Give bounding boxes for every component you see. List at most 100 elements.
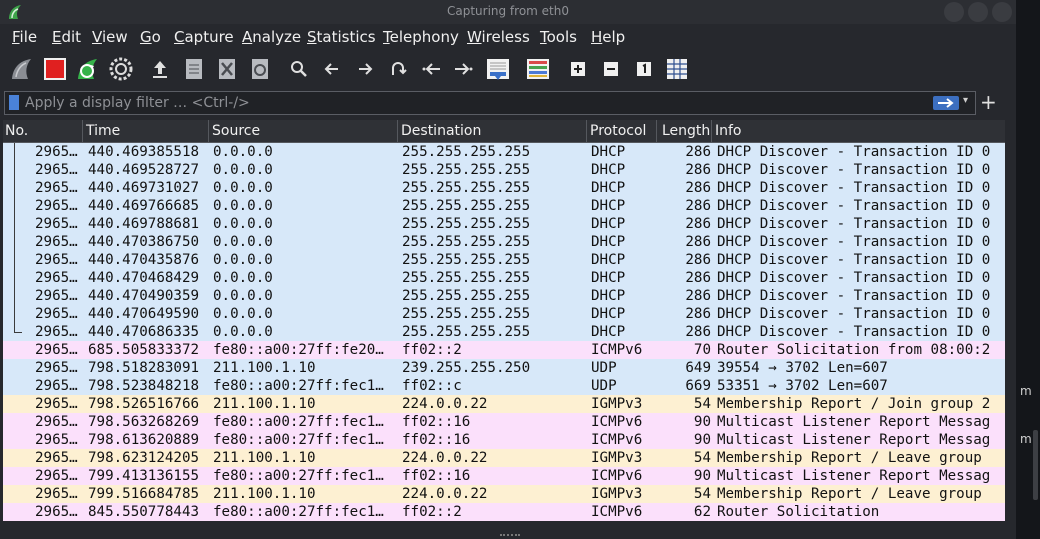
packet-source: 211.100.1.10 bbox=[213, 486, 316, 502]
packet-row[interactable]: 2965… 440.470686335 0.0.0.0 255.255.255.255… bbox=[3, 323, 1005, 341]
menu-statistics[interactable]: Statistics bbox=[307, 28, 376, 46]
packet-row[interactable]: 2965… 440.470386750 0.0.0.0 255.255.255.255… bbox=[3, 233, 1005, 251]
zoom-out-icon[interactable] bbox=[597, 55, 625, 83]
menu-edit[interactable]: Edit bbox=[52, 28, 81, 46]
packet-source: fe80::a00:27ff:fec1… bbox=[213, 378, 384, 394]
packet-length: 90 bbox=[693, 468, 711, 484]
reload-file-icon[interactable] bbox=[246, 55, 274, 83]
packet-destination: ff02::2 bbox=[402, 342, 462, 358]
menu-go[interactable]: Go bbox=[140, 28, 161, 46]
packet-row[interactable]: 2965… 799.516684785 211.100.1.10 224.0.0.22… bbox=[3, 485, 1005, 503]
packet-no: 2965… bbox=[35, 216, 78, 232]
menu-tools[interactable]: Tools bbox=[540, 28, 577, 46]
packet-source: 211.100.1.10 bbox=[213, 360, 316, 376]
splitter-handle[interactable] bbox=[500, 534, 520, 538]
add-filter-button[interactable]: + bbox=[980, 92, 997, 112]
packet-row[interactable]: 2965… 440.470468429 0.0.0.0 255.255.255.255… bbox=[3, 269, 1005, 287]
packet-protocol: DHCP bbox=[591, 180, 626, 196]
packet-destination: 255.255.255.255 bbox=[402, 198, 531, 214]
packet-no: 2965… bbox=[35, 144, 78, 160]
auto-scroll-icon[interactable] bbox=[484, 55, 512, 83]
display-filter-input[interactable] bbox=[25, 92, 925, 114]
packet-no: 2965… bbox=[35, 180, 78, 196]
maximize-button[interactable] bbox=[968, 2, 988, 22]
go-forward-icon[interactable] bbox=[351, 55, 379, 83]
packet-row[interactable]: 2965… 440.470649590 0.0.0.0 255.255.255.255… bbox=[3, 305, 1005, 323]
column-header-time[interactable]: Time bbox=[86, 123, 120, 139]
packet-protocol: IGMPv3 bbox=[591, 486, 643, 502]
packet-row[interactable]: 2965… 440.469788681 0.0.0.0 255.255.255.255… bbox=[3, 215, 1005, 233]
packet-no: 2965… bbox=[35, 162, 78, 178]
capture-options-icon[interactable] bbox=[107, 55, 135, 83]
filter-dropdown-icon[interactable]: ▾ bbox=[963, 95, 968, 106]
packet-destination: 224.0.0.22 bbox=[402, 486, 488, 502]
packet-time: 799.516684785 bbox=[88, 486, 200, 502]
packet-time: 440.469766685 bbox=[88, 198, 200, 214]
packet-row[interactable]: 2965… 798.518283091 211.100.1.10 239.255.25… bbox=[3, 359, 1005, 377]
filter-bookmark-icon[interactable] bbox=[9, 95, 19, 110]
find-packet-icon[interactable] bbox=[285, 55, 313, 83]
zoom-in-icon[interactable] bbox=[564, 55, 592, 83]
packet-length: 286 bbox=[685, 306, 711, 322]
packet-time: 440.469788681 bbox=[88, 216, 200, 232]
colorize-icon[interactable] bbox=[524, 55, 552, 83]
packet-row[interactable]: 2965… 798.526516766 211.100.1.10 224.0.0.22… bbox=[3, 395, 1005, 413]
open-file-icon[interactable] bbox=[146, 55, 174, 83]
packet-row[interactable]: 2965… 440.470435876 0.0.0.0 255.255.255.255… bbox=[3, 251, 1005, 269]
resize-columns-icon[interactable] bbox=[663, 55, 691, 83]
title-bar: Capturing from eth0 bbox=[0, 0, 1016, 24]
column-header-protocol[interactable]: Protocol bbox=[590, 123, 646, 139]
menu-help[interactable]: Help bbox=[591, 28, 625, 46]
side-scrollbar[interactable] bbox=[1033, 430, 1038, 500]
packet-destination: 224.0.0.22 bbox=[402, 396, 488, 412]
packet-row[interactable]: 2965… 440.469766685 0.0.0.0 255.255.255.255… bbox=[3, 197, 1005, 215]
column-header-length[interactable]: Length bbox=[662, 123, 710, 139]
packet-row[interactable]: 2965… 799.413136155 fe80::a00:27ff:fec1… ff… bbox=[3, 467, 1005, 485]
packet-time: 440.469731027 bbox=[88, 180, 200, 196]
packet-length: 286 bbox=[685, 198, 711, 214]
packet-protocol: DHCP bbox=[591, 144, 626, 160]
menu-capture[interactable]: Capture bbox=[174, 28, 234, 46]
packet-row[interactable]: 2965… 798.563268269 fe80::a00:27ff:fec1… ff… bbox=[3, 413, 1005, 431]
packet-row[interactable]: 2965… 440.470490359 0.0.0.0 255.255.255.255… bbox=[3, 287, 1005, 305]
packet-protocol: DHCP bbox=[591, 162, 626, 178]
packet-time: 798.613620889 bbox=[88, 432, 200, 448]
packet-row[interactable]: 2965… 685.505833372 fe80::a00:27ff:fe20… ff… bbox=[3, 341, 1005, 359]
conversation-tree-line bbox=[14, 233, 15, 251]
normal-size-icon[interactable] bbox=[630, 55, 658, 83]
shark-fin-start-icon[interactable] bbox=[8, 55, 36, 83]
close-file-icon[interactable] bbox=[213, 55, 241, 83]
packet-source: 211.100.1.10 bbox=[213, 396, 316, 412]
packet-length: 286 bbox=[685, 234, 711, 250]
packet-row[interactable]: 2965… 798.613620889 fe80::a00:27ff:fec1… ff… bbox=[3, 431, 1005, 449]
go-to-packet-icon[interactable] bbox=[384, 55, 412, 83]
column-header-info[interactable]: Info bbox=[715, 123, 742, 139]
menu-telephony[interactable]: Telephony bbox=[383, 28, 459, 46]
packet-row[interactable]: 2965… 440.469385518 0.0.0.0 255.255.255.255… bbox=[3, 143, 1005, 161]
column-header-no[interactable]: No. bbox=[5, 123, 28, 139]
column-header-source[interactable]: Source bbox=[212, 123, 260, 139]
packet-row[interactable]: 2965… 798.623124205 211.100.1.10 224.0.0.22… bbox=[3, 449, 1005, 467]
packet-row[interactable]: 2965… 798.523848218 fe80::a00:27ff:fec1… ff… bbox=[3, 377, 1005, 395]
save-file-icon[interactable] bbox=[180, 55, 208, 83]
packet-source: fe80::a00:27ff:fec1… bbox=[213, 432, 384, 448]
restart-capture-icon[interactable] bbox=[74, 55, 102, 83]
conversation-tree-line bbox=[14, 161, 15, 179]
column-header-destination[interactable]: Destination bbox=[401, 123, 481, 139]
menu-view[interactable]: View bbox=[92, 28, 128, 46]
packet-row[interactable]: 2965… 440.469731027 0.0.0.0 255.255.255.255… bbox=[3, 179, 1005, 197]
menu-file[interactable]: File bbox=[12, 28, 37, 46]
go-back-icon[interactable] bbox=[318, 55, 346, 83]
close-button[interactable] bbox=[992, 2, 1012, 22]
packet-protocol: DHCP bbox=[591, 324, 626, 340]
packet-row[interactable]: 2965… 440.469528727 0.0.0.0 255.255.255.255… bbox=[3, 161, 1005, 179]
last-packet-icon[interactable] bbox=[450, 55, 478, 83]
menu-analyze[interactable]: Analyze bbox=[242, 28, 301, 46]
stop-capture-icon[interactable] bbox=[41, 55, 69, 83]
packet-protocol: ICMPv6 bbox=[591, 468, 643, 484]
minimize-button[interactable] bbox=[944, 2, 964, 22]
menu-wireless[interactable]: Wireless bbox=[467, 28, 530, 46]
first-packet-icon[interactable] bbox=[417, 55, 445, 83]
packet-row[interactable]: 2965… 845.550778443 fe80::a00:27ff:fec1… ff… bbox=[3, 503, 1005, 521]
apply-filter-button[interactable] bbox=[933, 96, 959, 110]
